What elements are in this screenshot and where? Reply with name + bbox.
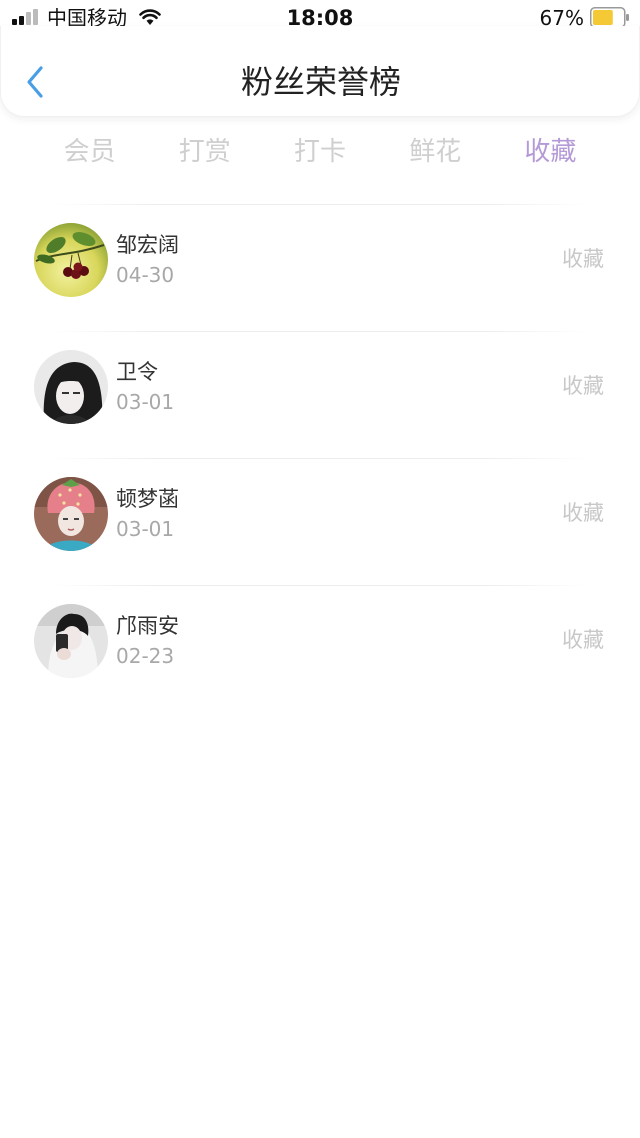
fan-date: 03-01 [116,517,175,541]
fan-action-label: 收藏 [562,374,604,398]
strawberry-hat-photo [34,477,108,551]
fan-name: 邝雨安 [116,614,179,638]
fan-action-label: 收藏 [562,628,604,652]
list-item[interactable]: 卫令 03-01 收藏 [0,332,640,458]
list-item[interactable]: 顿梦菡 03-01 收藏 [0,459,640,585]
tab-favorites[interactable]: 收藏 [493,132,608,172]
fan-action-label: 收藏 [562,501,604,525]
tab-member[interactable]: 会员 [32,132,147,172]
fan-date: 03-01 [116,390,175,414]
tab-checkin[interactable]: 打卡 [262,132,377,172]
girl-black-hair-photo [34,350,108,424]
selfie-photo [34,604,108,678]
avatar[interactable] [34,477,108,551]
page-title: 粉丝荣誉榜 [240,63,401,101]
fan-date: 02-23 [116,644,175,668]
avatar[interactable] [34,604,108,678]
avatar[interactable] [34,223,108,297]
fan-action-label: 收藏 [562,247,604,271]
fan-date: 04-30 [116,263,175,287]
list-item[interactable]: 邹宏阔 04-30 收藏 [0,205,640,331]
tab-flowers[interactable]: 鲜花 [378,132,493,172]
tab-reward[interactable]: 打赏 [147,132,262,172]
fan-name: 邹宏阔 [116,233,179,257]
battery-icon [590,7,629,28]
avatar[interactable] [34,350,108,424]
fan-name: 卫令 [116,360,158,384]
fan-list: 邹宏阔 04-30 收藏 卫令 03-01 收藏 顿梦菡 03-01 收藏 邝雨… [0,204,640,712]
cherry-photo [34,223,108,297]
list-item[interactable]: 邝雨安 02-23 收藏 [0,586,640,712]
fan-name: 顿梦菡 [116,487,179,511]
tab-bar: 会员 打赏 打卡 鲜花 收藏 [32,132,608,172]
navigation-header: 粉丝荣誉榜 [0,26,640,117]
